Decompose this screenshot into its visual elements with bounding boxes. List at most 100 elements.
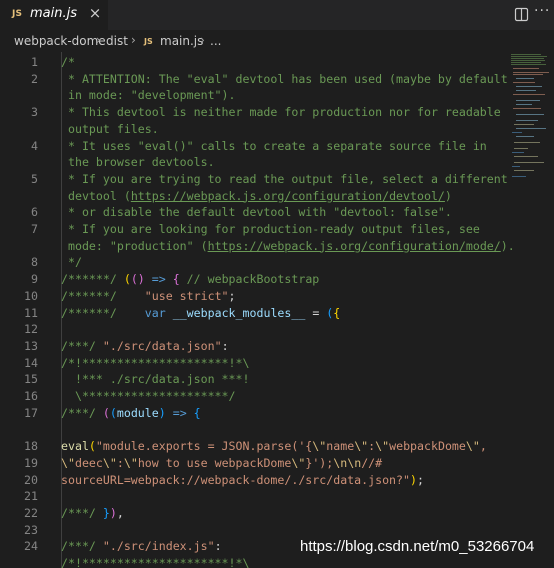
code-token: !*** ./src/data.json ***! [61,372,250,387]
code-line: \*********************/ [61,388,236,405]
line-number: 9 [31,272,38,287]
line-number: 11 [24,305,38,320]
line-number: 15 [24,372,38,387]
code-line: !*** ./src/data.json ***! [61,371,250,388]
line-number: 20 [24,472,38,487]
split-editor-icon[interactable] [514,7,529,22]
breadcrumb-separator: › [96,33,101,47]
breadcrumb-separator: › [200,33,205,47]
breadcrumb-item-symbols[interactable]: ... [210,34,221,48]
code-token: * It uses "eval()" calls to create a sep… [61,138,487,153]
line-number: 24 [24,539,38,554]
code-token: /***/ [61,539,103,554]
code-token: output files. [61,121,159,136]
vertical-scrollbar[interactable] [540,52,554,568]
code-token: \*********************/ [61,389,236,403]
tab-bar: JS main.js × ··· [0,0,554,30]
code-line: * This devtool is neither made for produ… [61,104,501,121]
code-token: { [333,305,341,320]
code-line: /***/ "./src/data.json": [61,338,229,355]
code-token: ( [123,272,131,287]
code-line: * It uses "eval()" calls to create a sep… [61,138,487,155]
code-token: => [144,272,173,287]
code-line: \"deec\":\"how to use webpackDome\"}');\… [61,455,382,472]
breadcrumb-separator: › [131,33,136,47]
breadcrumb-item-file[interactable]: main.js [160,34,203,48]
code-token: { [172,272,180,287]
code-line: /******/ (() => { // webpackBootstrap [61,271,319,288]
code-line: devtool (https://webpack.js.org/configur… [61,188,452,205]
line-number: 13 [24,338,38,353]
line-number: 10 [24,288,38,303]
code-token: * ATTENTION: The "eval" devtool has been… [61,71,508,86]
code-token: \" [123,455,138,470]
line-number: 12 [24,322,38,337]
line-number: 17 [24,405,38,420]
code-line: * If you are looking for production-read… [61,221,480,238]
code-token: "use strict" [144,288,229,303]
line-number: 21 [24,489,38,504]
code-token: //# [361,455,383,470]
code-line: /*!*********************!*\ [61,555,249,568]
code-token: \" [312,439,327,454]
code-token: the browser devtools. [61,155,215,170]
code-line: /******/ var __webpack_modules__ = ({ [61,305,340,322]
code-token: "module.exports = JSON.parse('{ [95,439,313,454]
code-line: /***/ ((module) => { [61,405,201,422]
breadcrumb: webpack-dome › dist › JS main.js › ... [0,30,554,52]
more-actions-icon[interactable]: ··· [534,3,550,23]
code-token: = [305,305,327,320]
code-token: /*!*********************!*\ [61,556,250,568]
code-line: mode: "production" (https://webpack.js.o… [61,238,515,255]
code-token: name [326,439,355,454]
tab-main-js[interactable]: JS main.js × [0,0,108,30]
code-token: in mode: "development"). [61,88,236,103]
code-token: __webpack_modules__ [172,305,306,320]
code-token: ( [88,439,96,454]
code-token: ) [444,188,452,203]
code-token: /******/ [61,305,124,320]
close-icon[interactable]: × [87,4,103,24]
code-token: ( [102,405,110,420]
line-number: 5 [31,171,38,186]
code-token: ; [228,288,236,303]
code-token: { [193,405,201,420]
code-token: ) [158,405,166,420]
code-token: // webpackBootstrap [179,272,320,287]
code-token: }'); [305,455,334,470]
code-token: * or disable the default devtool with "d… [61,205,452,220]
code-token: \" [291,455,306,470]
code-token: /***/ [61,505,103,520]
js-file-icon: JS [12,9,23,19]
line-number: 16 [24,389,38,403]
line-number: 8 [31,255,38,270]
line-number: 6 [31,205,38,220]
line-number: 1 [31,55,38,69]
code-token: */ [61,255,82,270]
code-editor[interactable]: /* * ATTENTION: The "eval" devtool has b… [0,52,554,568]
code-token: module [116,405,159,420]
code-token: /******/ [61,288,124,303]
code-line: sourceURL=webpack://webpack-dome/./src/d… [61,472,424,489]
code-line: * If you are trying to read the output f… [61,171,508,188]
code-token: \n\n [333,455,362,470]
code-line: in mode: "development"). [61,87,236,104]
code-token: \" [354,439,369,454]
code-token: \" [102,455,117,470]
line-number: 7 [31,222,38,236]
breadcrumb-item-project[interactable]: webpack-dome [14,34,106,48]
code-token: https://webpack.js.org/configuration/dev… [130,188,445,203]
code-token: \" [465,439,480,454]
code-line: the browser devtools. [61,154,215,171]
code-token: () [130,272,145,287]
breadcrumb-item-dist[interactable]: dist [106,34,128,48]
js-file-icon: JS [144,37,153,46]
code-line: * or disable the default devtool with "d… [61,204,452,221]
line-number: 4 [31,138,38,153]
line-number: 14 [24,355,38,370]
code-token: devtool ( [61,188,131,203]
code-line: /* [61,54,75,71]
code-line: /******/ "use strict"; [61,288,236,305]
